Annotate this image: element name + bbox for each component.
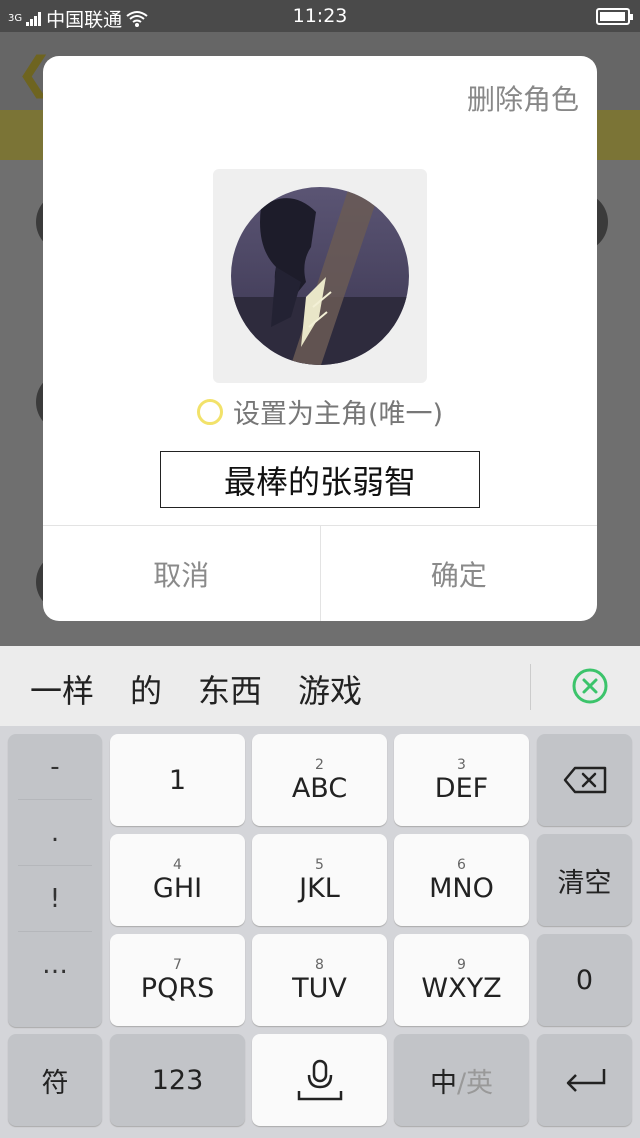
battery-icon xyxy=(596,8,633,25)
backspace-icon xyxy=(563,766,606,794)
dialog-actions: 取消 确定 xyxy=(43,525,597,621)
key-7[interactable]: 7 PQRS xyxy=(110,934,245,1026)
candidate-word[interactable]: 东西 xyxy=(198,666,262,712)
key-8[interactable]: 8 TUV xyxy=(252,934,387,1026)
key-3[interactable]: 3 DEF xyxy=(394,734,529,826)
candidate-word[interactable]: 的 xyxy=(130,666,162,712)
status-bar: 3G 中国联通 11:23 xyxy=(0,0,640,32)
language-switch-key[interactable]: 中/英 xyxy=(394,1034,529,1126)
key-4[interactable]: 4 GHI xyxy=(110,834,245,926)
edit-role-dialog: 删除角色 设置为主角(唯一) 最棒的张弱智 取消 确定 xyxy=(43,56,597,621)
punct-key[interactable]: … xyxy=(18,932,92,998)
enter-icon xyxy=(566,1069,605,1092)
set-main-role-option[interactable]: 设置为主角(唯一) xyxy=(43,392,597,431)
candidate-word[interactable]: 一样 xyxy=(30,666,94,712)
voice-key[interactable] xyxy=(252,1034,387,1126)
candidate-bar: 一样 的 东西 游戏 xyxy=(0,646,640,726)
number-switch-key[interactable]: 123 xyxy=(110,1034,245,1126)
punct-key[interactable]: - xyxy=(18,734,92,800)
microphone-icon xyxy=(297,1059,342,1101)
punctuation-column[interactable]: - . ! … xyxy=(8,734,102,1027)
symbol-key[interactable]: 符 xyxy=(8,1034,102,1126)
punct-key[interactable]: ! xyxy=(18,866,92,932)
key-0[interactable]: 0 xyxy=(537,934,632,1026)
lang-zh-label: 中 xyxy=(429,1067,457,1099)
close-keyboard-icon[interactable] xyxy=(572,668,608,704)
key-6[interactable]: 6 MNO xyxy=(394,834,529,926)
lang-en-label: /英 xyxy=(456,1067,494,1099)
confirm-button[interactable]: 确定 xyxy=(319,526,598,621)
key-9[interactable]: 9 WXYZ xyxy=(394,934,529,1026)
key-2[interactable]: 2 ABC xyxy=(252,734,387,826)
delete-role-button[interactable]: 删除角色 xyxy=(467,78,579,118)
radio-button[interactable] xyxy=(196,398,223,425)
cancel-button[interactable]: 取消 xyxy=(43,526,320,621)
backspace-key[interactable] xyxy=(537,734,632,826)
clock: 11:23 xyxy=(292,5,348,27)
clear-key[interactable]: 清空 xyxy=(537,834,632,926)
key-1[interactable]: 1 xyxy=(110,734,245,826)
main-role-label: 设置为主角(唯一) xyxy=(232,399,444,430)
candidate-word[interactable]: 游戏 xyxy=(298,666,362,712)
avatar-picker[interactable] xyxy=(213,169,427,383)
role-name-input[interactable]: 最棒的张弱智 xyxy=(160,451,480,508)
punct-key[interactable]: . xyxy=(18,800,92,866)
divider xyxy=(530,664,531,710)
enter-key[interactable] xyxy=(537,1034,632,1126)
t9-keyboard: - . ! … 1 2 ABC 3 DEF 4 GHI 5 JKL 6 MNO … xyxy=(0,726,640,1138)
avatar xyxy=(231,187,409,365)
key-5[interactable]: 5 JKL xyxy=(252,834,387,926)
